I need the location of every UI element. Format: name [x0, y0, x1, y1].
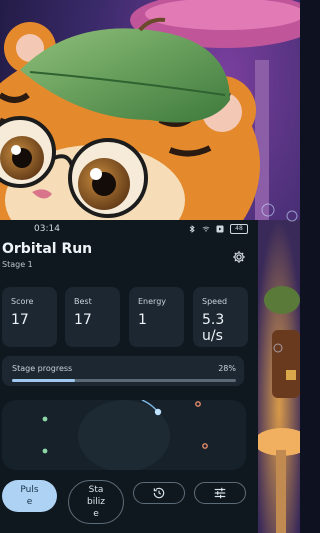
history-icon: [153, 487, 165, 499]
controls-row: Puls e Sta biliz e: [0, 480, 258, 524]
stat-value: 17: [11, 312, 29, 328]
history-button[interactable]: [133, 482, 185, 504]
player-orb: [154, 408, 162, 416]
energy-pickup: [42, 416, 48, 422]
orbit-canvas: [42, 400, 208, 470]
wifi-icon: [202, 226, 210, 232]
stats-row: Score 17 Best 17 Energy 1 Speed 5.3 u/s: [0, 287, 258, 347]
cast-icon: [216, 225, 224, 233]
stabilize-button[interactable]: Sta biliz e: [68, 480, 124, 524]
stat-value: 5.3 u/s: [202, 312, 225, 344]
orbit-play-area[interactable]: [2, 400, 246, 470]
status-icons: 48: [188, 224, 248, 234]
stat-card-speed: Speed 5.3 u/s: [193, 287, 248, 347]
stat-value: 1: [138, 312, 147, 328]
settings-button[interactable]: [230, 248, 248, 266]
stage-subtitle: Stage 1: [2, 260, 33, 269]
battery-icon: 48: [230, 224, 248, 234]
game-app-panel: 03:14 48 Orbital Run Stage 1 Score 17 Be…: [0, 220, 258, 533]
stat-label: Best: [74, 297, 92, 306]
stage-progress-card: Stage progress 28%: [2, 356, 244, 386]
progress-percent: 28%: [218, 364, 236, 373]
pulse-label: Puls e: [20, 485, 39, 507]
bluetooth-icon: [189, 225, 195, 233]
hazard-marker: [202, 443, 208, 449]
progress-label: Stage progress: [12, 364, 73, 373]
progress-bar-fill: [12, 379, 75, 382]
stat-label: Score: [11, 297, 34, 306]
stabilize-label: Sta biliz e: [87, 485, 105, 519]
stat-card-best: Best 17: [65, 287, 120, 347]
pulse-button[interactable]: Puls e: [2, 480, 57, 512]
gear-icon: [233, 251, 245, 263]
tune-icon: [214, 487, 226, 499]
stat-label: Energy: [138, 297, 167, 306]
progress-bar: [12, 379, 236, 382]
stat-label: Speed: [202, 297, 228, 306]
top-bar: Orbital Run Stage 1: [0, 238, 258, 274]
energy-pickup: [42, 448, 48, 454]
status-bar: 03:14 48: [0, 220, 258, 238]
stat-card-score: Score 17: [2, 287, 57, 347]
stat-card-energy: Energy 1: [129, 287, 184, 347]
status-time: 03:14: [34, 224, 60, 234]
hazard-marker: [195, 401, 201, 407]
tune-button[interactable]: [194, 482, 246, 504]
page-title: Orbital Run: [2, 241, 93, 257]
stat-value: 17: [74, 312, 92, 328]
